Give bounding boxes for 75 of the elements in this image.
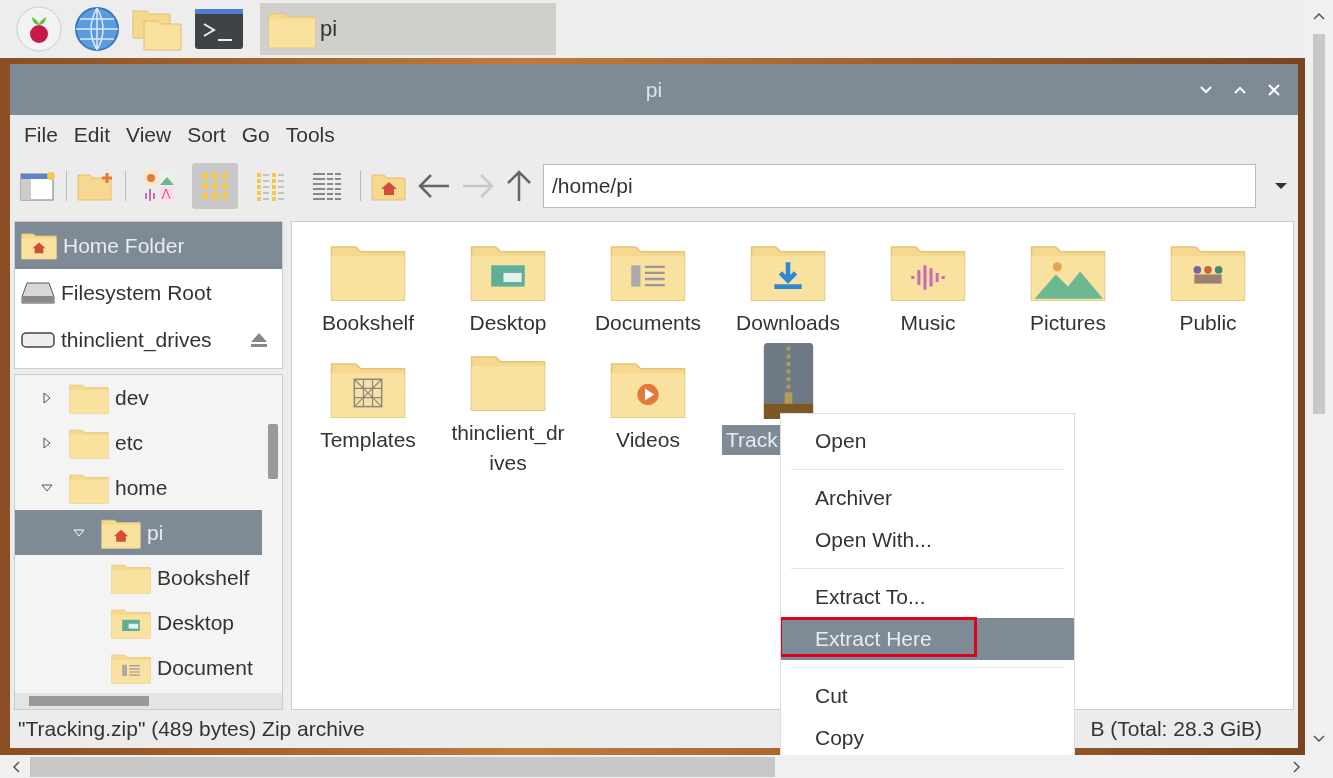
file-name[interactable]: Documents bbox=[594, 308, 702, 338]
new-folder-icon[interactable] bbox=[77, 171, 115, 201]
raspberry-icon[interactable] bbox=[16, 6, 62, 52]
home-folder-icon[interactable] bbox=[371, 171, 407, 201]
place-label: thinclient_drives bbox=[61, 327, 212, 352]
scroll-left-icon[interactable] bbox=[12, 760, 20, 773]
file-name[interactable]: Public bbox=[1179, 308, 1237, 338]
menu-item[interactable]: View bbox=[126, 123, 172, 147]
file-name[interactable]: thinclient_dr ives bbox=[441, 417, 575, 478]
scroll-right-icon[interactable] bbox=[1293, 760, 1301, 773]
context-menu-item[interactable]: Extract To... bbox=[781, 576, 1074, 618]
collapse-arrow-icon[interactable] bbox=[41, 481, 53, 494]
file-name[interactable]: Music bbox=[900, 308, 956, 338]
tree-label: home bbox=[115, 475, 168, 500]
tree-label: Document bbox=[157, 655, 253, 680]
taskbar-window-button[interactable]: pi bbox=[260, 3, 556, 55]
tree-label: Desktop bbox=[157, 610, 235, 635]
file-name[interactable]: Pictures bbox=[1030, 308, 1106, 338]
tree-label: Bookshelf bbox=[157, 565, 250, 590]
expand-arrow-icon[interactable] bbox=[41, 436, 53, 449]
expand-arrow-icon[interactable] bbox=[41, 391, 53, 404]
new-window-icon[interactable] bbox=[20, 171, 56, 201]
menu-item[interactable]: Go bbox=[241, 123, 270, 147]
tree-item[interactable]: Document bbox=[15, 645, 262, 690]
scrollbar-thumb[interactable] bbox=[268, 424, 278, 479]
minimize-icon[interactable] bbox=[1200, 86, 1212, 94]
dropdown-arrow-icon[interactable] bbox=[1274, 182, 1288, 190]
file-name[interactable]: Desktop bbox=[469, 308, 547, 338]
place-item[interactable]: thinclient_drives bbox=[15, 316, 282, 363]
context-menu-item[interactable]: Open With... bbox=[781, 519, 1074, 561]
home-folder-icon bbox=[21, 231, 57, 260]
scroll-down-icon[interactable] bbox=[1313, 735, 1325, 743]
tree-item[interactable]: home bbox=[15, 465, 262, 510]
place-item[interactable]: Filesystem Root bbox=[15, 269, 282, 316]
context-menu-item[interactable]: Open bbox=[781, 420, 1074, 462]
path-field[interactable]: /home/pi bbox=[543, 164, 1256, 208]
menu-item[interactable]: File bbox=[24, 123, 58, 147]
page-scrollbar[interactable] bbox=[1305, 0, 1333, 755]
tree-label: pi bbox=[147, 520, 164, 545]
drive-icon bbox=[21, 329, 55, 350]
status-free-space-text: B (Total: 28.3 GiB) bbox=[1090, 717, 1262, 741]
place-label: Home Folder bbox=[63, 233, 185, 258]
page-horizontal-scrollbar[interactable] bbox=[0, 755, 1333, 778]
context-menu-item[interactable]: Copy bbox=[781, 717, 1074, 755]
tree-label: dev bbox=[115, 385, 149, 410]
status-selection-text: "Tracking.zip" (489 bytes) Zip archive bbox=[18, 717, 365, 741]
globe-icon[interactable] bbox=[74, 6, 120, 52]
tree-label: etc bbox=[115, 430, 143, 455]
menu-item[interactable]: Edit bbox=[73, 123, 111, 147]
close-icon[interactable] bbox=[1268, 84, 1280, 96]
file-name[interactable]: Videos bbox=[616, 425, 680, 455]
scrollbar-thumb[interactable] bbox=[30, 756, 775, 777]
menu-item[interactable]: Tools bbox=[285, 123, 335, 147]
eject-icon[interactable] bbox=[250, 331, 268, 348]
back-arrow-icon[interactable] bbox=[417, 172, 451, 200]
scroll-up-icon[interactable] bbox=[1313, 12, 1325, 20]
menu-item[interactable]: Sort bbox=[187, 123, 226, 147]
context-menu-item[interactable]: Archiver bbox=[781, 477, 1074, 519]
file-name[interactable]: Bookshelf bbox=[321, 308, 415, 338]
thumbnail-view-icon bbox=[142, 169, 176, 203]
tree-item[interactable]: Desktop bbox=[15, 600, 262, 645]
collapse-arrow-icon[interactable] bbox=[73, 526, 85, 539]
file-name[interactable]: Downloads bbox=[736, 308, 840, 338]
place-label: Filesystem Root bbox=[61, 280, 212, 305]
scrollbar-thumb[interactable] bbox=[1313, 34, 1325, 414]
tree-item[interactable]: etc bbox=[15, 420, 262, 465]
up-arrow-icon[interactable] bbox=[505, 169, 533, 203]
context-menu-item[interactable]: Cut bbox=[781, 675, 1074, 717]
terminal-icon[interactable] bbox=[194, 8, 244, 50]
tree-item[interactable]: Bookshelf bbox=[15, 555, 262, 600]
file-name[interactable]: Templates bbox=[320, 425, 416, 455]
maximize-icon[interactable] bbox=[1234, 86, 1246, 94]
tree-item[interactable]: dev bbox=[15, 375, 262, 420]
horizontal-scrollbar[interactable] bbox=[15, 693, 282, 709]
window-title: pi bbox=[645, 77, 663, 102]
